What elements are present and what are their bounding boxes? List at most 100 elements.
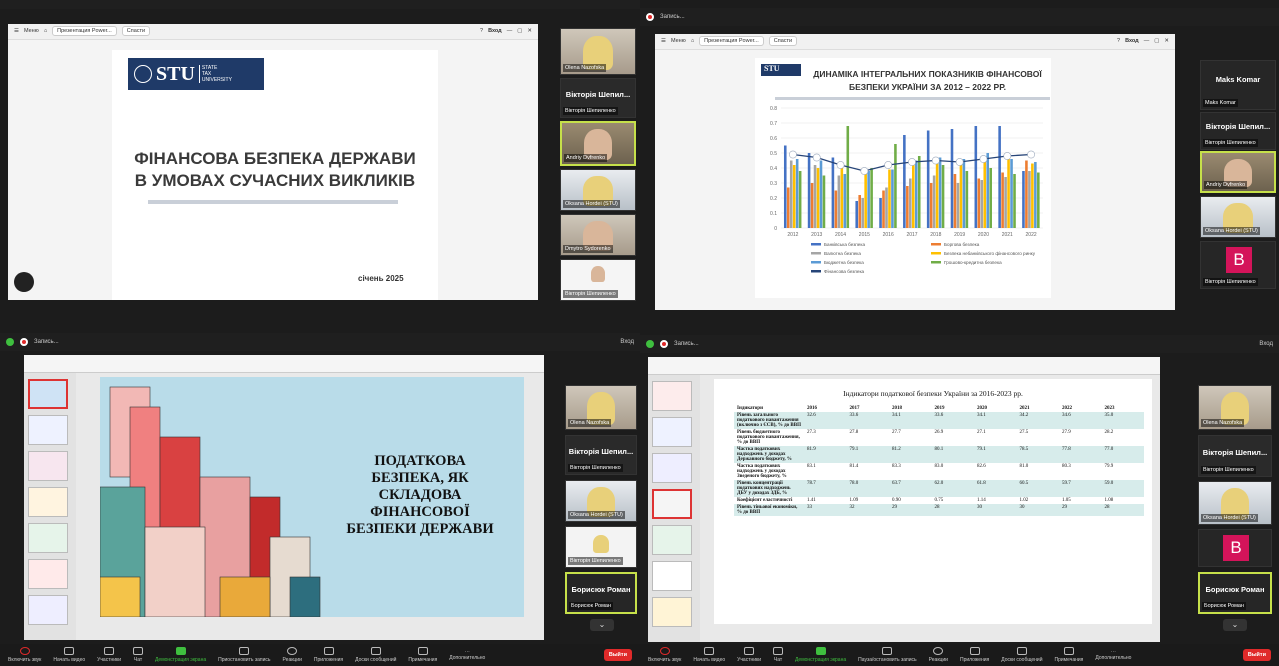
more-button[interactable]: ··· Дополнительно — [1095, 649, 1131, 661]
participant-tile[interactable]: B Вікторія Шепиленко — [1200, 241, 1276, 289]
participant-tile[interactable]: Вікторія Шепиленко — [560, 259, 636, 301]
participant-tile[interactable]: Oksana Hordei (STU) — [1200, 196, 1276, 238]
bar — [792, 165, 796, 228]
line-point — [955, 158, 964, 166]
video-button[interactable]: Начать видео — [693, 647, 725, 663]
close-icon[interactable]: ✕ — [1164, 38, 1169, 44]
scroll-down-button[interactable]: ⌄ — [590, 619, 614, 631]
recording-label[interactable]: Запись... — [34, 339, 59, 345]
minimize-icon[interactable]: — — [1144, 38, 1150, 44]
apps-button[interactable]: Приложения — [314, 647, 343, 663]
participant-tile[interactable]: Вікторія Шепил... Вікторія Шепиленко — [1198, 435, 1272, 477]
whiteboard-button[interactable]: Доски сообщений — [1001, 647, 1043, 663]
slide-thumbnail[interactable] — [28, 595, 68, 625]
menu-icon[interactable]: ☰ — [661, 38, 666, 44]
record-button[interactable]: Приостановить запись — [218, 647, 271, 663]
participant-tile[interactable]: Maks Komar Maks Komar — [1200, 60, 1276, 110]
help-icon[interactable]: ? — [480, 28, 483, 34]
slide-thumbnail[interactable] — [28, 487, 68, 517]
notes-button[interactable]: Примечания — [408, 647, 437, 663]
maximize-icon[interactable]: ▢ — [1154, 38, 1159, 44]
close-icon[interactable]: ✕ — [527, 28, 532, 34]
video-button[interactable]: Начать видео — [53, 647, 85, 663]
slide-thumbnail[interactable] — [652, 489, 692, 519]
y-tick-label: 0.5 — [770, 151, 777, 157]
whiteboard-button[interactable]: Доски сообщений — [355, 647, 396, 663]
participant-tile[interactable]: B — [1198, 529, 1272, 567]
participant-tile[interactable]: Oksana Hordei (STU) — [1198, 481, 1272, 525]
recording-label[interactable]: Запись... — [674, 341, 699, 347]
mute-button[interactable]: Включить звук — [8, 647, 41, 663]
y-tick-label: 0.3 — [770, 181, 777, 187]
scroll-down-button[interactable]: ⌄ — [1223, 619, 1247, 631]
quadrant-bottom-left: Запись... Вход ПОДАТКОВА БЕЗПЕКА, ЯК СКЛ… — [0, 333, 640, 666]
participant-tile[interactable]: Olena Nazofska — [560, 28, 636, 75]
participant-tile[interactable]: Вікторія Шепил... Вікторія Шепиленко — [560, 78, 636, 118]
menu-label[interactable]: Меню — [671, 38, 686, 44]
home-icon[interactable]: ⌂ — [691, 38, 694, 44]
signin-button[interactable]: Вход — [620, 339, 634, 345]
participant-tile-active[interactable]: Andriy Dvfrenko — [560, 121, 636, 166]
slide-thumbnail[interactable] — [28, 415, 68, 445]
reactions-button[interactable]: Реакции — [929, 647, 948, 663]
participant-tile-active[interactable]: Борисюк Роман Борисюк Роман — [1198, 572, 1272, 614]
slide-thumbnail[interactable] — [28, 523, 68, 553]
chat-icon — [773, 647, 784, 655]
more-button[interactable]: ··· Дополнительно — [449, 649, 485, 661]
slide-heading: ПОДАТКОВА БЕЗПЕКА, ЯК СКЛАДОВА ФІНАНСОВО… — [330, 453, 510, 538]
notes-button[interactable]: Примечания — [1055, 647, 1083, 663]
slide-thumbnail[interactable] — [652, 561, 692, 591]
mute-button[interactable]: Включить звук — [648, 647, 681, 663]
signin-button[interactable]: Вход — [1125, 38, 1139, 44]
record-button[interactable]: Пауза/остановить запись — [858, 647, 917, 663]
reactions-button[interactable]: Реакции — [283, 647, 302, 663]
slide-thumbnail[interactable] — [652, 453, 692, 483]
participant-tile[interactable]: Oksana Hordei (STU) — [565, 480, 637, 522]
browser-tab[interactable]: Презентация Power... — [699, 36, 764, 46]
signin-button[interactable]: Вход — [1259, 341, 1273, 347]
leave-button[interactable]: Выйти — [603, 649, 632, 661]
participant-display-name: Вікторія Шепил... — [1205, 122, 1271, 131]
participants-button[interactable]: Участники — [97, 647, 121, 663]
recording-label[interactable]: Запись... — [660, 14, 685, 20]
participant-tile[interactable]: Вікторія Шепил... Вікторія Шепиленко — [565, 435, 637, 475]
pen-tool-button[interactable] — [14, 272, 34, 292]
participant-tile[interactable]: Olena Nazofska — [1198, 385, 1272, 430]
share-button[interactable]: Спасти — [768, 36, 798, 46]
table-row: Рівень бюджетного податкового навантажен… — [734, 429, 1144, 446]
menu-label[interactable]: Меню — [24, 28, 39, 34]
chat-button[interactable]: Чат — [773, 647, 784, 663]
participant-tile[interactable]: Вікторія Шепил... Вікторія Шепиленко — [1200, 112, 1276, 150]
participant-tile-active[interactable]: Andriy Dvfrenko — [1200, 151, 1276, 193]
participants-button[interactable]: Участники — [737, 647, 761, 663]
home-icon[interactable]: ⌂ — [44, 28, 47, 34]
chat-button[interactable]: Чат — [133, 647, 144, 663]
participant-tile[interactable]: Вікторія Шепиленко — [565, 526, 637, 568]
slide-thumbnail[interactable] — [652, 525, 692, 555]
slide-thumbnail[interactable] — [652, 597, 692, 627]
share-label: Демонстрация экрана — [795, 657, 847, 663]
apps-button[interactable]: Приложения — [960, 647, 989, 663]
share-screen-button[interactable]: Демонстрация экрана — [795, 647, 846, 663]
minimize-icon[interactable]: — — [507, 28, 513, 34]
participant-tile[interactable]: Olena Nazofska — [565, 385, 637, 430]
help-icon[interactable]: ? — [1117, 38, 1120, 44]
signin-button[interactable]: Вход — [488, 28, 502, 34]
legend-label: Безпека небанківського фінансового ринку — [944, 251, 1036, 256]
leave-button[interactable]: Выйти — [1242, 649, 1271, 661]
slide-thumbnail[interactable] — [652, 417, 692, 447]
menu-icon[interactable]: ☰ — [14, 28, 19, 34]
participant-tile[interactable]: Dmytro Sydorenko — [560, 214, 636, 256]
share-screen-button[interactable]: Демонстрация экрана — [155, 647, 206, 663]
slide-thumbnail[interactable] — [28, 379, 68, 409]
table-cell: Рівень концентрації податкових надходжен… — [734, 480, 804, 497]
slide-thumbnail[interactable] — [28, 559, 68, 589]
browser-tab[interactable]: Презентация Power... — [52, 26, 117, 36]
share-label: Демонстрация экрана — [155, 657, 207, 663]
participant-tile-active[interactable]: Борисюк Роман Борисюк Роман — [565, 572, 637, 614]
maximize-icon[interactable]: ▢ — [517, 28, 522, 34]
slide-thumbnail[interactable] — [28, 451, 68, 481]
slide-thumbnail[interactable] — [652, 381, 692, 411]
share-button[interactable]: Спасти — [121, 26, 151, 36]
participant-tile[interactable]: Oksana Hordei (STU) — [560, 169, 636, 211]
